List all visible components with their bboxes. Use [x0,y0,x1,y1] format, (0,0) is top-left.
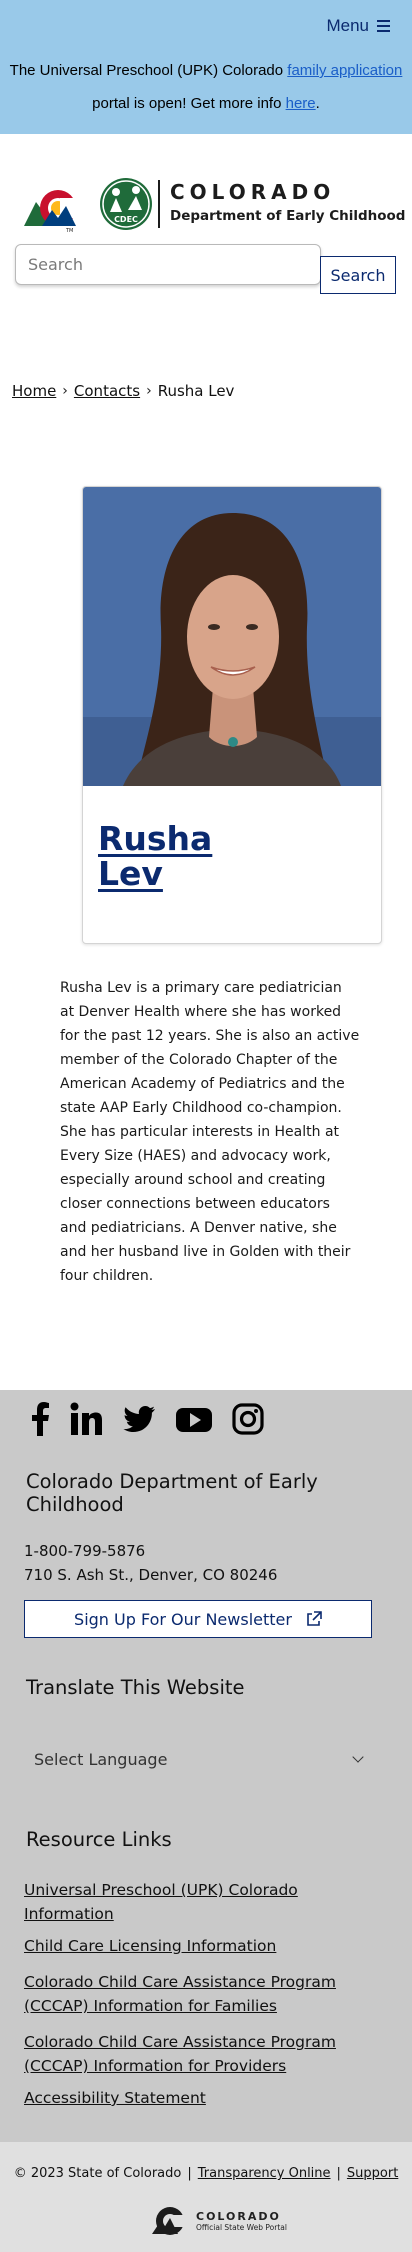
youtube-icon[interactable] [176,1402,212,1436]
profile-bio: Rusha Lev is a primary care pediatrician… [60,980,360,1284]
breadcrumb: Home › Contacts › Rusha Lev [12,382,234,400]
cdec-logo[interactable]: TM CDEC COLORADO Department of Early Chi… [22,176,405,236]
resource-links-heading: Resource Links [26,1828,172,1851]
breadcrumb-contacts[interactable]: Contacts [74,382,140,400]
breadcrumb-current: Rusha Lev [157,382,235,400]
translate-heading: Translate This Website [26,1676,245,1699]
breadcrumb-separator: › [146,383,152,399]
profile-last-name: Lev [98,854,163,893]
transparency-online-link[interactable]: Transparency Online [198,2166,331,2181]
linkedin-icon[interactable] [70,1402,102,1436]
external-link-icon [307,1611,322,1626]
language-select-value: Select Language [34,1749,168,1769]
resource-link-accessibility[interactable]: Accessibility Statement [24,2086,384,2110]
profile-photo [83,487,381,786]
search-input[interactable] [15,244,321,285]
footer-phone: 1-800-799-5876 [24,1542,146,1560]
newsletter-label: Sign Up For Our Newsletter [74,1609,292,1629]
svg-text:TM: TM [65,228,73,234]
profile-first-name: Rusha [98,819,213,858]
instagram-icon[interactable] [232,1402,264,1436]
search-button[interactable]: Search [320,256,396,294]
profile-name-link[interactable]: Rusha Lev [98,821,212,891]
resource-link-cccap-families[interactable]: Colorado Child Care Assistance Program (… [24,1970,384,2018]
more-info-link[interactable]: here [286,95,316,112]
portal-subtitle: Official State Web Portal [196,2223,287,2232]
chevron-down-icon [352,1751,364,1763]
resource-link-cccap-providers[interactable]: Colorado Child Care Assistance Program (… [24,2030,384,2078]
notice-text-start: The Universal Preschool (UPK) Colorado [9,62,288,79]
language-select[interactable]: Select Language [24,1738,372,1780]
breadcrumb-separator: › [62,383,68,399]
state-portal-logo[interactable]: COLORADO Official State Web Portal [152,2206,287,2236]
bottom-separator: | [336,2166,341,2181]
profile-card: Rusha Lev [82,486,382,944]
newsletter-signup-button[interactable]: Sign Up For Our Newsletter [24,1600,372,1638]
hamburger-icon [377,20,390,32]
site-footer: Colorado Department of Early Childhood 1… [0,1390,412,2142]
menu-label: Menu [326,16,369,35]
portal-text: COLORADO Official State Web Portal [196,2210,287,2232]
portal-title: COLORADO [196,2210,281,2223]
social-links [30,1402,264,1436]
twitter-icon[interactable] [122,1402,156,1436]
breadcrumb-home[interactable]: Home [12,382,56,400]
footer-org-name: Colorado Department of Early Childhood [26,1470,318,1516]
bottom-separator: | [187,2166,192,2181]
facebook-icon[interactable] [30,1402,50,1436]
notice-text-middle: portal is open! Get more info [92,95,286,112]
logo-divider [158,180,160,228]
bottom-bar: © 2023 State of Colorado | Transparency On… [0,2142,412,2252]
menu-button[interactable]: Menu [326,16,390,36]
copyright-text: © 2023 State of Colorado [13,2166,182,2181]
notice-text-end: . [315,95,320,112]
logo-department-name: Department of Early Childhood [170,208,406,224]
bottom-links: © 2023 State of Colorado | Transparency On… [0,2166,412,2181]
family-application-link[interactable]: family application [287,62,402,79]
upk-notice: The Universal Preschool (UPK) Colorado f… [0,54,412,120]
resource-link-licensing[interactable]: Child Care Licensing Information [24,1934,384,1958]
cdec-badge-text: CDEC [114,215,138,224]
support-link[interactable]: Support [347,2166,398,2181]
upk-announcement-banner: Menu The Universal Preschool (UPK) Color… [0,0,412,134]
logo-state-word: COLORADO [170,180,336,204]
colorado-c-icon [152,2207,187,2235]
cdec-emblem-icon: TM CDEC [24,178,152,234]
resource-link-upk[interactable]: Universal Preschool (UPK) Colorado Infor… [24,1878,384,1926]
footer-address: 710 S. Ash St., Denver, CO 80246 [24,1566,278,1584]
